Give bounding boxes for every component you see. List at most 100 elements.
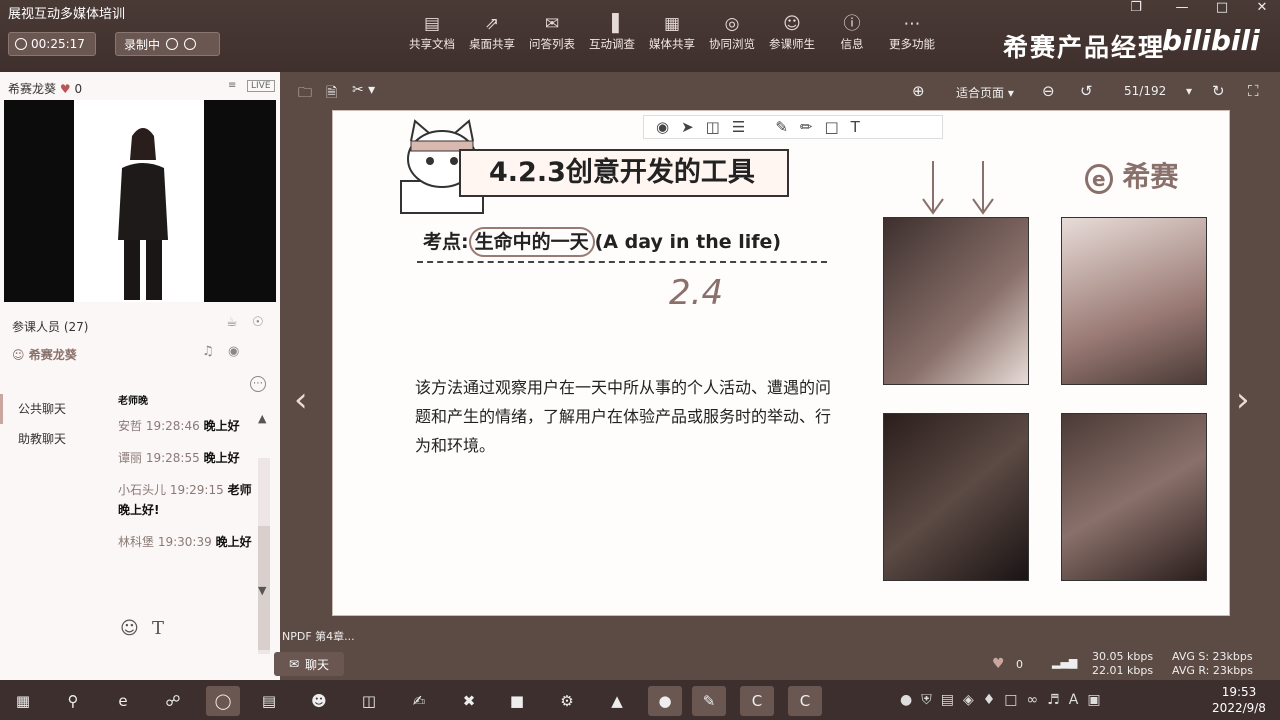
file-name: NPDF 第4章...: [282, 630, 355, 643]
rotate-left-icon[interactable]: ↺: [1080, 82, 1093, 100]
toolbar-label: 桌面共享: [469, 37, 515, 51]
display-icon[interactable]: □: [1004, 692, 1017, 708]
security-icon[interactable]: ♦: [983, 692, 996, 708]
text-format-icon[interactable]: T: [152, 618, 164, 639]
photo-night-desk: [883, 413, 1029, 581]
brand-logo: e 希赛: [1085, 155, 1178, 195]
timer-value: 00:25:17: [31, 37, 85, 51]
emoji-icon[interactable]: ☺: [120, 618, 139, 639]
tray-dot-icon[interactable]: ●: [900, 692, 912, 708]
app-circle-icon[interactable]: ◯: [206, 686, 240, 716]
photo-woman-phone: [1061, 217, 1207, 385]
pointer-icon[interactable]: ➤: [681, 118, 694, 136]
record-dot-icon[interactable]: ◉: [656, 118, 669, 136]
close-icon[interactable]: ✕: [1248, 0, 1276, 18]
toolbar-media[interactable]: ▦ 媒体共享: [642, 12, 702, 52]
toolbar-desktop-share[interactable]: ⇗ 桌面共享: [462, 12, 522, 52]
ime-icon[interactable]: A: [1069, 692, 1079, 708]
fullscreen-icon[interactable]: ⛶: [1248, 82, 1259, 100]
office-icon[interactable]: ■: [500, 686, 534, 716]
scroll-down-icon[interactable]: ▼: [258, 584, 266, 597]
mute-all-icon[interactable]: ☕: [226, 315, 238, 330]
clock[interactable]: 19:53 2022/9/8: [1204, 684, 1274, 716]
restore-icon[interactable]: ❐: [1122, 0, 1150, 18]
file-icon[interactable]: 🗎: [326, 82, 337, 106]
notes-icon[interactable]: ▤: [252, 686, 286, 716]
toolbar-info[interactable]: ⓘ 信息: [822, 12, 882, 52]
info-icon: ⓘ: [843, 14, 861, 34]
chat-app-icon[interactable]: ☍: [156, 686, 190, 716]
next-page-icon[interactable]: ›: [1236, 380, 1250, 420]
folder-icon[interactable]: 🗀: [298, 82, 312, 106]
bilibili-logo: bilibili: [1162, 24, 1260, 57]
fit-page-select[interactable]: 适合页面 ▾: [956, 84, 1014, 101]
fit-page-label: 适合页面: [956, 86, 1005, 100]
volume-icon[interactable]: ♬: [1047, 692, 1060, 708]
rectangle-icon[interactable]: □: [824, 118, 838, 136]
eraser-icon[interactable]: ◫: [706, 118, 720, 136]
minimize-icon[interactable]: —: [1168, 0, 1196, 18]
page-dropdown-icon[interactable]: ▾: [1186, 84, 1192, 98]
text-tool-icon[interactable]: T: [851, 118, 860, 136]
chat-sender: 小石头儿: [118, 483, 167, 497]
highlighter-icon[interactable]: ✏: [800, 118, 813, 136]
participant-item[interactable]: ☺ 希赛龙葵: [12, 346, 77, 363]
wechat-icon[interactable]: ☻: [302, 686, 336, 716]
page-indicator[interactable]: 51/192: [1124, 84, 1166, 98]
toolbar-label: 共享文档: [409, 37, 455, 51]
key-value: 生命中的一天: [468, 227, 595, 257]
maximize-icon[interactable]: □: [1208, 0, 1236, 18]
toolbar-participants[interactable]: ☺ 参课师生: [762, 12, 822, 52]
tab-public-chat[interactable]: 公共聊天: [0, 394, 80, 424]
qa-icon: ✉: [544, 14, 560, 34]
webcam-icon[interactable]: ◉: [228, 344, 239, 359]
shield-icon[interactable]: ⛨: [921, 692, 932, 708]
toolbar-more[interactable]: ⋯ 更多功能: [882, 12, 942, 52]
menu-icon[interactable]: ≡: [228, 80, 236, 91]
paint-icon[interactable]: ✎: [692, 686, 726, 716]
qq-icon[interactable]: ▣: [1087, 692, 1100, 708]
pen-icon[interactable]: ✎: [775, 118, 788, 136]
toolbar-document[interactable]: ▤ 共享文档: [402, 12, 462, 52]
pause-record-icon[interactable]: [166, 38, 179, 50]
scissors-icon[interactable]: ✂ ▾: [352, 82, 375, 98]
chat-button[interactable]: ✉ 聊天: [274, 652, 344, 676]
tray-app-icon[interactable]: ▤: [941, 692, 954, 708]
more-icon: ⋯: [903, 14, 921, 34]
edge-icon[interactable]: e: [106, 686, 140, 716]
rotate-right-icon[interactable]: ↻: [1212, 82, 1225, 100]
camera-icon[interactable]: ☉: [252, 315, 264, 330]
recording-button[interactable]: 录制中: [115, 32, 220, 56]
toolbar-browse[interactable]: ◎ 协同浏览: [702, 12, 762, 52]
toolbar-survey[interactable]: ▐ 互动调查: [582, 12, 642, 52]
explorer-icon[interactable]: ◫: [352, 686, 386, 716]
heart-icon[interactable]: ♥: [60, 82, 71, 96]
editor-icon[interactable]: ✍: [402, 686, 436, 716]
mindmap-icon[interactable]: ✖: [452, 686, 486, 716]
chat-text: 晚上好: [203, 451, 240, 465]
app-c1-icon[interactable]: C: [740, 686, 774, 716]
chat-button-label: 聊天: [305, 657, 330, 672]
stop-record-icon[interactable]: [184, 38, 197, 50]
toolbar-qa[interactable]: ✉ 问答列表: [522, 12, 582, 52]
app-c2-icon[interactable]: C: [788, 686, 822, 716]
chat-more-icon[interactable]: ⋯: [250, 376, 266, 392]
network-icon[interactable]: ◈: [963, 692, 974, 708]
clear-icon[interactable]: ☰: [732, 118, 745, 136]
search-icon[interactable]: ⚲: [56, 686, 90, 716]
prev-page-icon[interactable]: ‹: [294, 380, 308, 420]
mic-icon[interactable]: ♫: [202, 344, 214, 359]
survey-icon: ▐: [605, 14, 619, 34]
scroll-up-icon[interactable]: ▲: [258, 412, 266, 425]
bluetooth-icon[interactable]: ∞: [1027, 692, 1039, 708]
zoom-in-icon[interactable]: ⊕: [912, 82, 925, 100]
tools-icon[interactable]: ⚙: [550, 686, 584, 716]
zoom-out-icon[interactable]: ⊖: [1042, 82, 1055, 100]
app-orb-icon[interactable]: ●: [648, 686, 682, 716]
browse-icon: ◎: [724, 14, 740, 34]
timer[interactable]: 00:25:17: [8, 32, 96, 56]
like-icon[interactable]: ♥: [992, 656, 1005, 672]
start-icon[interactable]: ▦: [6, 686, 40, 716]
nvidia-icon[interactable]: ▲: [600, 686, 634, 716]
tab-assistant-chat[interactable]: 助教聊天: [0, 424, 80, 454]
